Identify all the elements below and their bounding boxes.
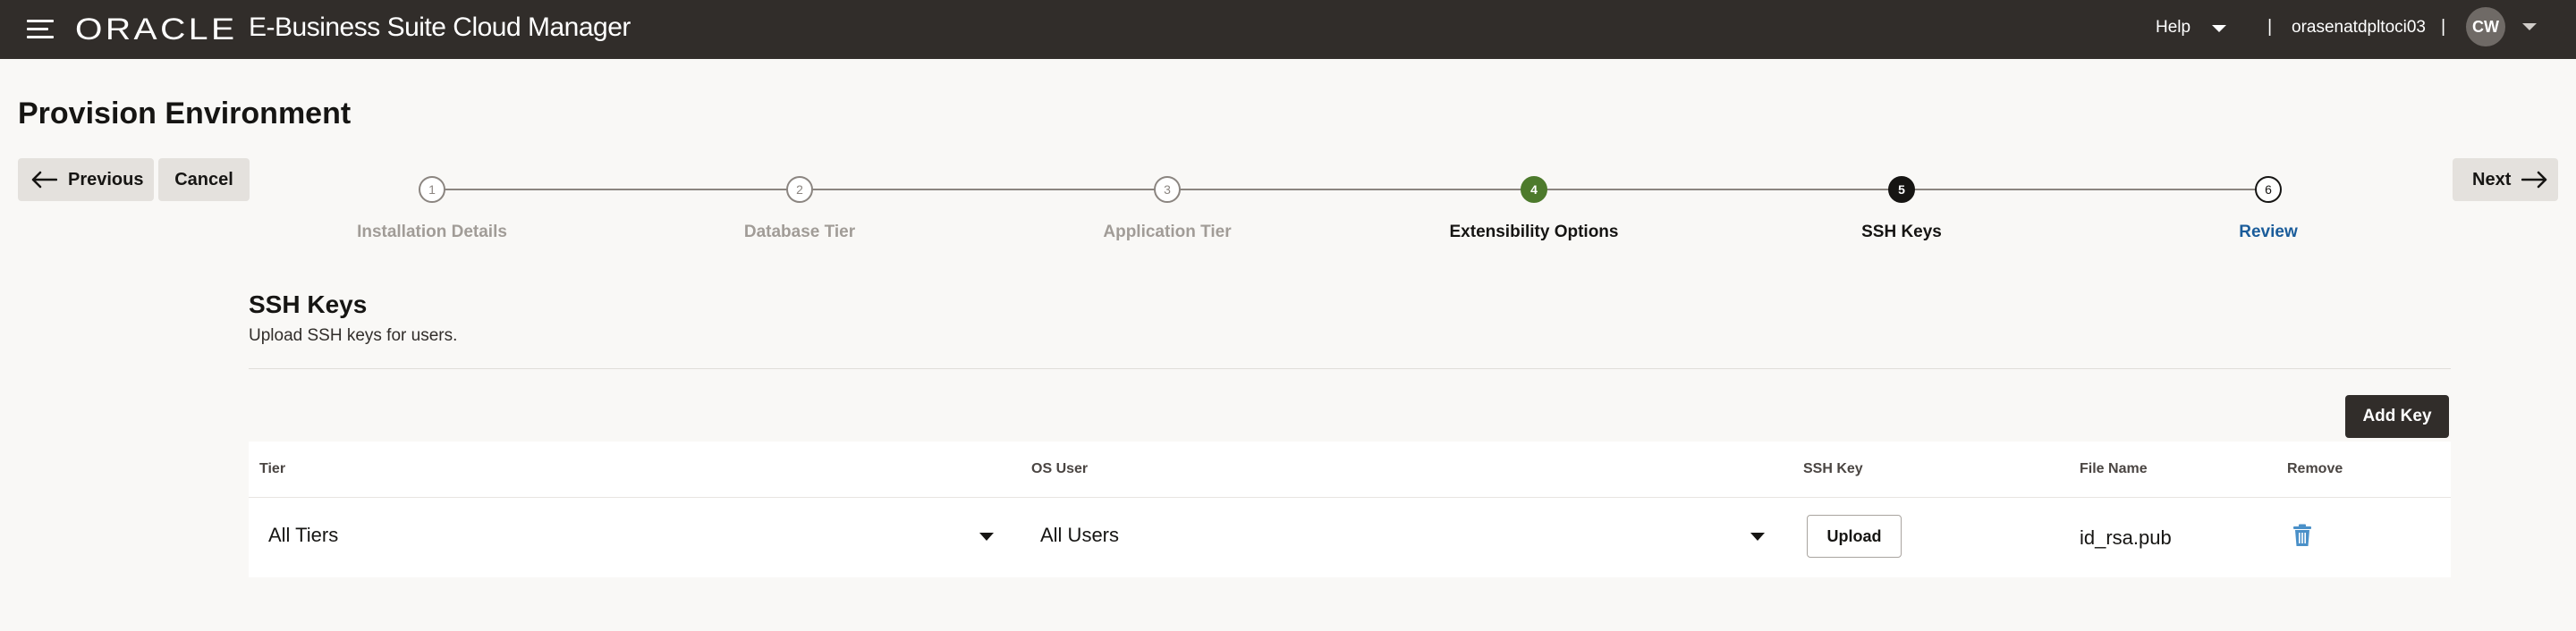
train-label-database-tier[interactable]: Database Tier xyxy=(665,223,934,242)
previous-button-label: Previous xyxy=(68,169,144,189)
product-name: E-Business Suite Cloud Manager xyxy=(249,13,631,42)
header-divider xyxy=(249,497,2451,498)
section-title: SSH Keys xyxy=(249,290,368,318)
column-header-tier: Tier xyxy=(259,461,286,476)
next-button-label: Next xyxy=(2472,169,2512,189)
train-label-installation-details[interactable]: Installation Details xyxy=(298,223,566,242)
file-name-value: id_rsa.pub xyxy=(2080,526,2172,549)
avatar[interactable]: CW xyxy=(2466,7,2505,46)
trash-icon[interactable] xyxy=(2292,524,2312,547)
train-label-ssh-keys[interactable]: SSH Keys xyxy=(1767,223,2036,242)
next-button[interactable]: Next xyxy=(2453,158,2558,201)
cancel-button[interactable]: Cancel xyxy=(158,158,250,201)
os-user-select[interactable]: All Users xyxy=(1021,513,1781,556)
train-stop-4[interactable]: 4 xyxy=(1521,176,1547,203)
tier-select[interactable]: All Tiers xyxy=(249,513,1009,556)
os-user-select-value: All Users xyxy=(1040,524,1120,546)
cancel-button-label: Cancel xyxy=(174,169,233,189)
help-menu[interactable]: Help xyxy=(2156,18,2190,38)
top-bar: ORACLE E-Business Suite Cloud Manager He… xyxy=(0,0,2576,59)
train-stop-2[interactable]: 2 xyxy=(786,176,813,203)
train-label-review[interactable]: Review xyxy=(2134,223,2402,242)
train-stop-5[interactable]: 5 xyxy=(1888,176,1915,203)
train-stop-1[interactable]: 1 xyxy=(419,176,445,203)
arrow-right-icon xyxy=(2521,171,2547,189)
column-header-os-user: OS User xyxy=(1031,461,1089,476)
train-stop-6[interactable]: 6 xyxy=(2255,176,2282,203)
add-key-button[interactable]: Add Key xyxy=(2345,395,2449,438)
page-title: Provision Environment xyxy=(18,97,352,130)
column-header-ssh-key: SSH Key xyxy=(1803,461,1863,476)
oracle-logo: ORACLE xyxy=(75,13,238,46)
previous-button[interactable]: Previous xyxy=(18,158,154,201)
train-label-application-tier[interactable]: Application Tier xyxy=(1033,223,1301,242)
username[interactable]: orasenatdpltoci03 xyxy=(2292,18,2426,38)
train-connector xyxy=(432,189,2267,190)
train-label-extensibility-options[interactable]: Extensibility Options xyxy=(1400,223,1668,242)
column-header-remove: Remove xyxy=(2287,461,2343,476)
help-chevron-down-icon[interactable] xyxy=(2212,25,2226,32)
column-header-file-name: File Name xyxy=(2080,461,2148,476)
tier-select-value: All Tiers xyxy=(268,524,339,546)
header-separator: | xyxy=(2441,17,2446,37)
user-chevron-down-icon[interactable] xyxy=(2522,23,2537,30)
section-subtitle: Upload SSH keys for users. xyxy=(249,326,458,345)
hamburger-menu-icon[interactable] xyxy=(27,20,54,39)
header-separator: | xyxy=(2267,17,2273,37)
tier-select-chevron-down-icon xyxy=(979,533,994,541)
section-divider xyxy=(249,368,2451,369)
os-user-select-chevron-down-icon xyxy=(1750,533,1765,541)
upload-button[interactable]: Upload xyxy=(1807,515,1902,558)
ssh-keys-table: Tier OS User SSH Key File Name Remove Al… xyxy=(249,442,2451,577)
arrow-left-icon xyxy=(31,171,57,189)
train-stop-3[interactable]: 3 xyxy=(1154,176,1181,203)
